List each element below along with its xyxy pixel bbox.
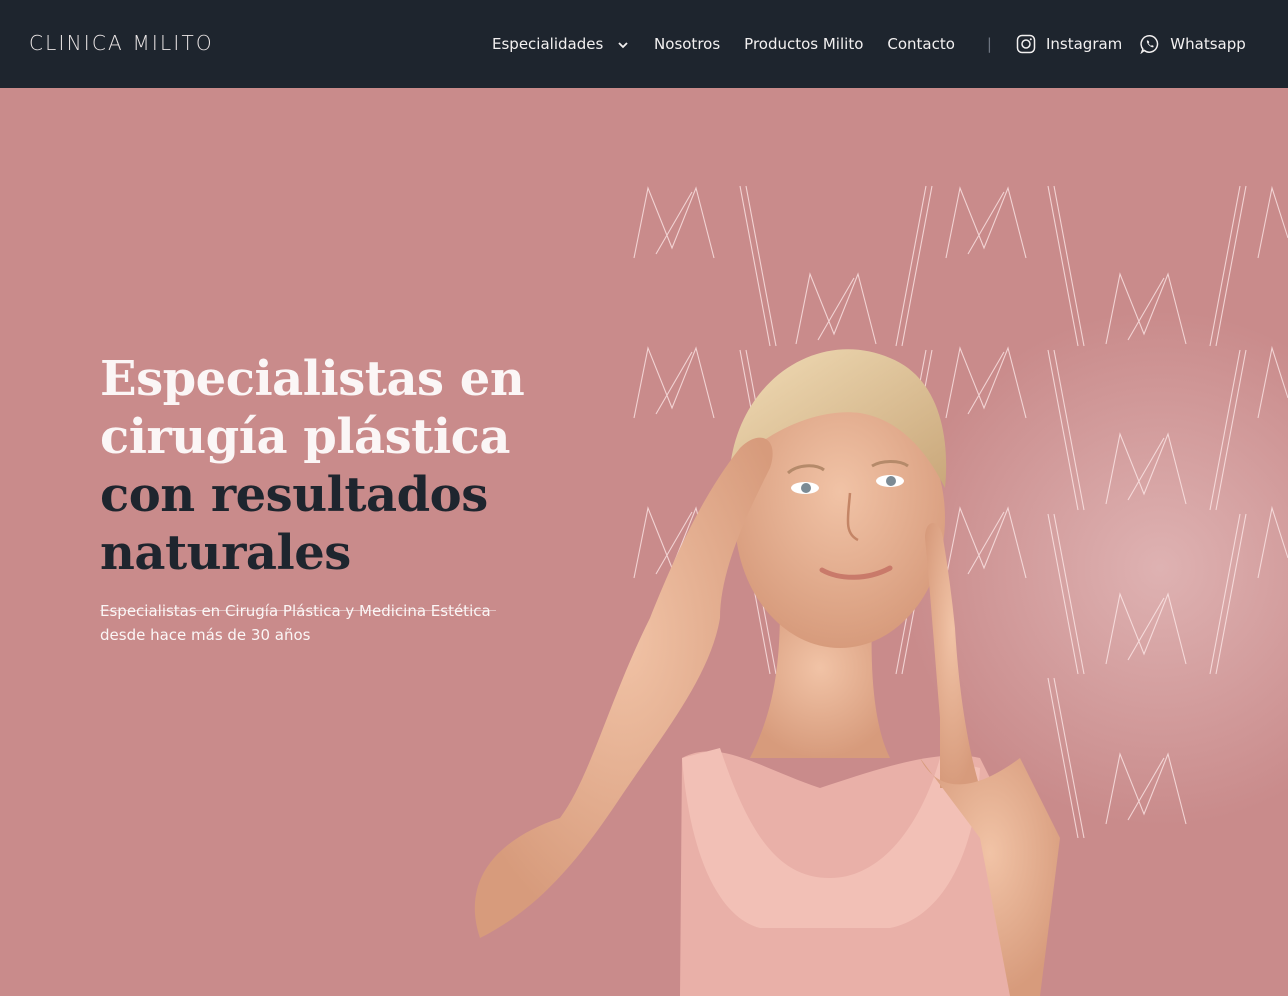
hero-headline: Especialistas en cirugía plástica con re…: [100, 350, 540, 582]
hero-subtitle-line-2: desde hace más de 30 años: [100, 626, 311, 644]
nav-separator: |: [986, 35, 992, 53]
nav-item-productos[interactable]: Productos Milito: [744, 35, 863, 53]
hero-section: Especialistas en cirugía plástica con re…: [0, 88, 1288, 996]
top-navigation-bar: CLINICA MILITO Especialidades Nosotros P…: [0, 0, 1288, 88]
headline-line-2: cirugía plástica: [100, 409, 510, 465]
site-logo[interactable]: CLINICA MILITO: [29, 31, 214, 55]
hero-subtitle: Especialistas en Cirugía Plástica y Medi…: [100, 599, 520, 647]
instagram-link[interactable]: Instagram: [1016, 34, 1122, 54]
hero-subtitle-line-1: Especialistas en Cirugía Plástica y Medi…: [100, 602, 491, 620]
nav-item-nosotros[interactable]: Nosotros: [654, 35, 720, 53]
headline-line-1: Especialistas en: [100, 351, 525, 407]
whatsapp-icon: [1140, 35, 1159, 54]
whatsapp-link[interactable]: Whatsapp: [1140, 34, 1246, 54]
headline-line-3: con resultados: [100, 467, 488, 523]
nav-item-especialidades[interactable]: Especialidades: [492, 35, 630, 53]
nav-item-contacto[interactable]: Contacto: [887, 35, 955, 53]
nav-item-especialidades-label: Especialidades: [492, 35, 604, 53]
headline-line-4: naturales: [100, 525, 351, 581]
instagram-icon: [1016, 34, 1036, 54]
whatsapp-label: Whatsapp: [1170, 35, 1246, 53]
chevron-down-icon: [618, 41, 628, 48]
instagram-label: Instagram: [1045, 35, 1123, 53]
main-nav: Especialidades Nosotros Productos Milito…: [492, 33, 1264, 55]
